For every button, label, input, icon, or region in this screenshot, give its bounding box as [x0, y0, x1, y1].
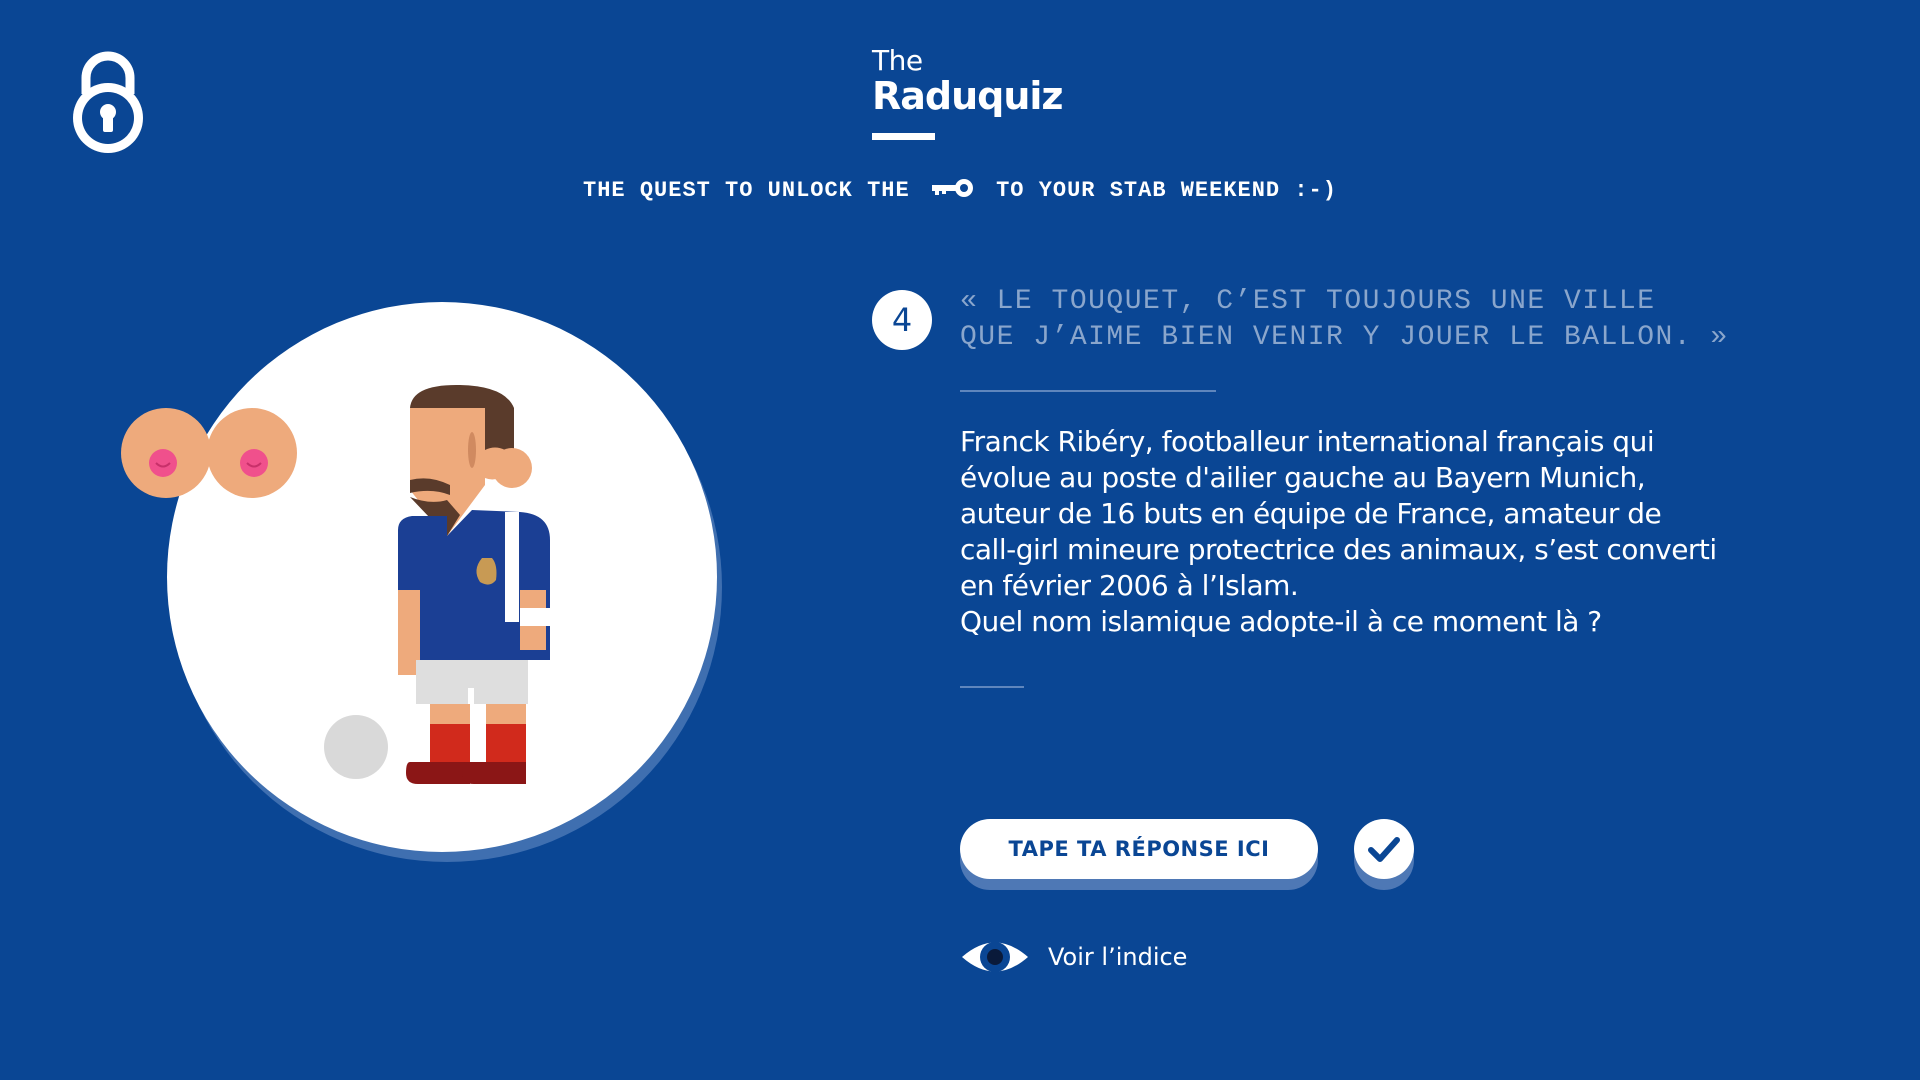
- quote-line-1: « LE TOUQUET, C’EST TOUJOURS UNE VILLE: [960, 286, 1656, 317]
- submit-button[interactable]: [1354, 819, 1414, 879]
- logo-underline: [872, 133, 935, 140]
- logo: The Raduquiz: [872, 44, 1092, 118]
- ball: [324, 715, 388, 779]
- tagline-start: THE QUEST TO UNLOCK THE: [583, 178, 910, 203]
- eye-icon: [962, 942, 1028, 972]
- question-quote: « LE TOUQUET, C’EST TOUJOURS UNE VILLE Q…: [960, 284, 1780, 356]
- question-number: 4: [872, 290, 932, 350]
- quote-divider: [960, 390, 1216, 392]
- description-line: en février 2006 à l’Islam.: [960, 569, 1299, 602]
- footballer-illustration: [121, 302, 722, 862]
- question-description: Franck Ribéry, footballeur international…: [960, 424, 1750, 640]
- description-line: auteur de 16 buts en équipe de France, a…: [960, 497, 1662, 530]
- tagline: THE QUEST TO UNLOCK THE TO YOUR STAB WEE…: [0, 178, 1920, 203]
- tagline-end: TO YOUR STAB WEEKEND :-): [996, 178, 1337, 203]
- description-line: Franck Ribéry, footballeur international…: [960, 425, 1655, 458]
- quote-line-2: QUE J’AIME BIEN VENIR Y JOUER LE BALLON.…: [960, 322, 1729, 353]
- answer-divider: [960, 686, 1024, 688]
- logo-the: The: [872, 44, 923, 77]
- hint-label: Voir l’indice: [1048, 943, 1188, 971]
- logo-name: Raduquiz: [872, 74, 1064, 118]
- check-icon: [1368, 837, 1400, 862]
- description-line: évolue au poste d'ailier gauche au Bayer…: [960, 461, 1646, 494]
- description-line: Quel nom islamique adopte-il à ce moment…: [960, 605, 1602, 638]
- description-line: call-girl mineure protectrice des animau…: [960, 533, 1717, 566]
- lock-icon[interactable]: [66, 46, 150, 156]
- answer-input[interactable]: TAPE TA RÉPONSE ICI: [960, 819, 1318, 879]
- hint-link[interactable]: Voir l’indice: [960, 934, 1187, 980]
- key-icon: [931, 179, 973, 198]
